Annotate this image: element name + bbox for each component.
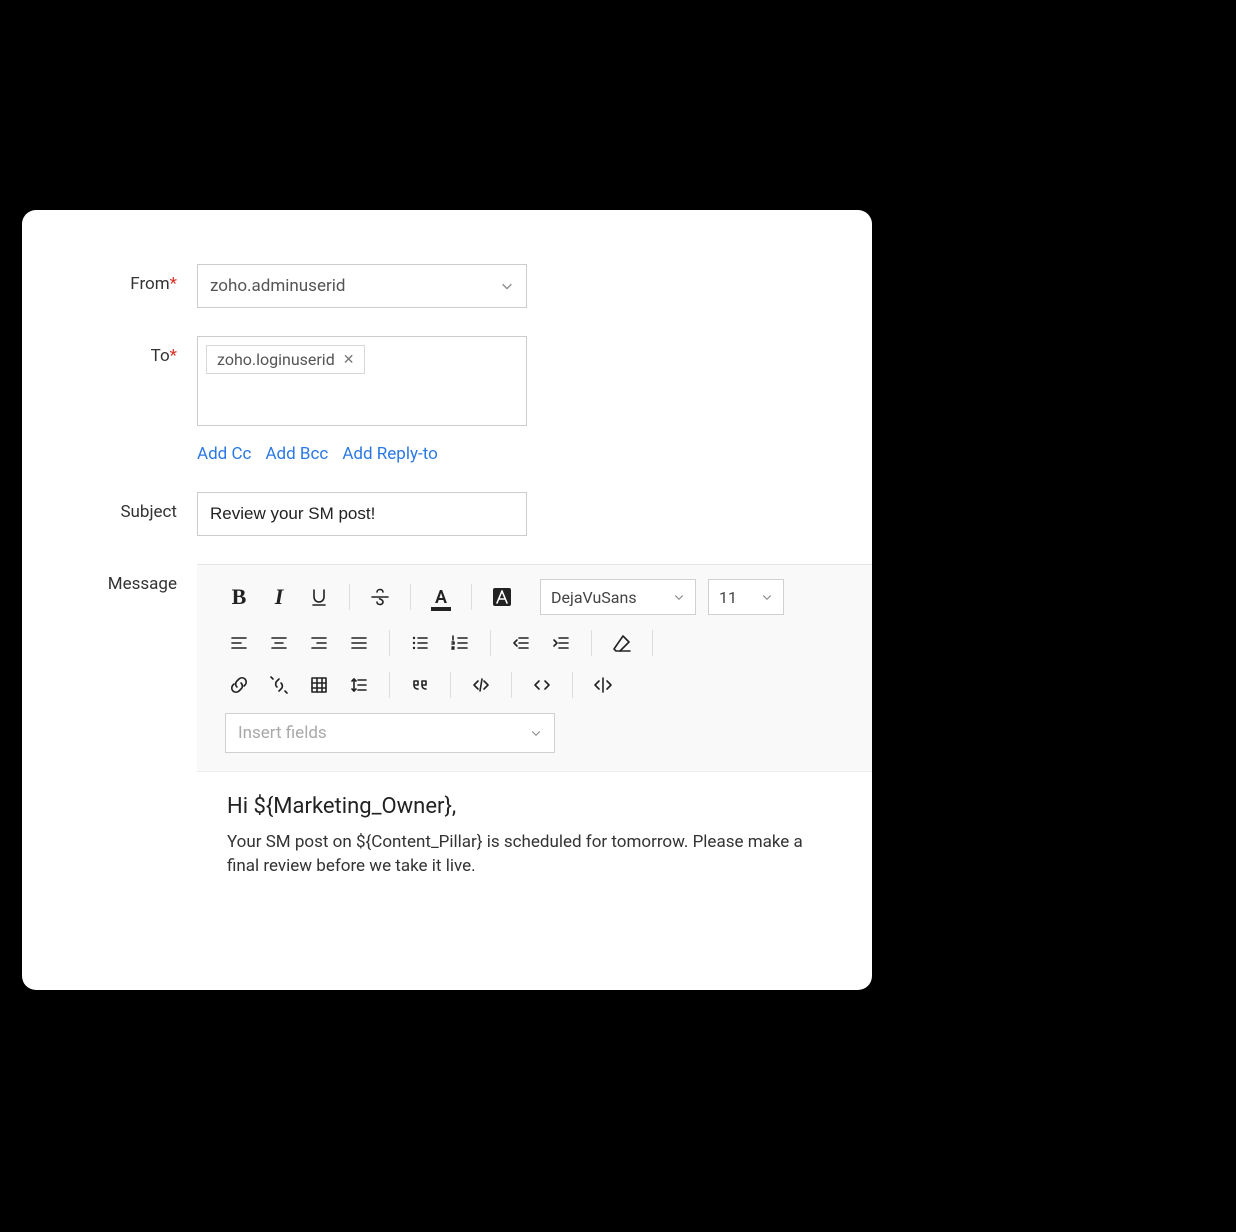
toolbar-separator bbox=[591, 630, 592, 656]
italic-icon: I bbox=[275, 584, 284, 610]
code-block-icon bbox=[471, 675, 491, 695]
message-label: Message bbox=[22, 564, 197, 594]
insert-fields-select[interactable]: Insert fields bbox=[225, 713, 555, 753]
html-source-button[interactable] bbox=[589, 671, 617, 699]
body-greeting: Hi ${Marketing_Owner}, bbox=[227, 794, 842, 819]
align-center-button[interactable] bbox=[265, 629, 293, 657]
to-input[interactable]: zoho.loginuserid ✕ bbox=[197, 336, 527, 426]
align-justify-icon bbox=[349, 633, 369, 653]
required-asterisk: * bbox=[170, 346, 177, 366]
toolbar-separator bbox=[572, 672, 573, 698]
outdent-button[interactable] bbox=[507, 629, 535, 657]
html-icon bbox=[593, 675, 613, 695]
required-asterisk: * bbox=[170, 274, 177, 294]
toolbar-separator bbox=[511, 672, 512, 698]
toolbar-separator bbox=[450, 672, 451, 698]
toolbar-separator bbox=[389, 672, 390, 698]
body-paragraph: Your SM post on ${Content_Pillar} is sch… bbox=[227, 831, 827, 879]
add-bcc-link[interactable]: Add Bcc bbox=[265, 444, 328, 464]
numbered-list-icon bbox=[450, 633, 470, 653]
font-family-value: DejaVuSans bbox=[551, 588, 637, 607]
subject-input[interactable] bbox=[197, 492, 527, 536]
from-label: From bbox=[130, 274, 169, 294]
font-size-value: 11 bbox=[719, 588, 737, 607]
font-size-select[interactable]: 11 bbox=[708, 579, 784, 615]
insert-fields-placeholder: Insert fields bbox=[238, 723, 327, 743]
align-left-icon bbox=[229, 633, 249, 653]
align-justify-button[interactable] bbox=[345, 629, 373, 657]
toolbar-separator bbox=[652, 630, 653, 656]
message-row: Message B I bbox=[22, 564, 872, 901]
toolbar-separator bbox=[490, 630, 491, 656]
rich-text-editor: B I A bbox=[197, 564, 872, 901]
address-extra-links: Add Cc Add Bcc Add Reply-to bbox=[197, 444, 842, 464]
from-select[interactable]: zoho.adminuserid bbox=[197, 264, 527, 308]
font-color-button[interactable]: A bbox=[427, 583, 455, 611]
font-color-icon: A bbox=[435, 587, 447, 608]
insert-link-button[interactable] bbox=[225, 671, 253, 699]
toolbar-separator bbox=[389, 630, 390, 656]
from-row: From* zoho.adminuserid bbox=[22, 264, 872, 308]
from-label-wrap: From* bbox=[22, 264, 197, 294]
subject-label: Subject bbox=[22, 492, 197, 522]
align-right-button[interactable] bbox=[305, 629, 333, 657]
highlight-button[interactable] bbox=[488, 583, 516, 611]
chevron-down-icon bbox=[530, 727, 542, 739]
toolbar-separator bbox=[349, 584, 350, 610]
recipient-chip: zoho.loginuserid ✕ bbox=[206, 345, 365, 374]
eraser-icon bbox=[612, 633, 632, 653]
highlight-icon bbox=[492, 587, 512, 607]
outdent-icon bbox=[511, 633, 531, 653]
bullet-list-icon bbox=[410, 633, 430, 653]
chevron-down-icon bbox=[673, 591, 685, 603]
quote-icon bbox=[410, 675, 430, 695]
remove-link-button[interactable] bbox=[265, 671, 293, 699]
embed-button[interactable] bbox=[528, 671, 556, 699]
insert-table-button[interactable] bbox=[305, 671, 333, 699]
unlink-icon bbox=[269, 675, 289, 695]
add-replyto-link[interactable]: Add Reply-to bbox=[342, 444, 437, 464]
link-icon bbox=[229, 675, 249, 695]
underline-icon bbox=[309, 587, 329, 607]
table-icon bbox=[309, 675, 329, 695]
align-left-button[interactable] bbox=[225, 629, 253, 657]
toolbar-separator bbox=[471, 584, 472, 610]
blockquote-button[interactable] bbox=[406, 671, 434, 699]
bold-icon: B bbox=[232, 584, 247, 610]
to-label-wrap: To* bbox=[22, 336, 197, 366]
chevron-down-icon bbox=[500, 279, 514, 293]
embed-icon bbox=[532, 675, 552, 695]
message-body[interactable]: Hi ${Marketing_Owner}, Your SM post on $… bbox=[197, 772, 872, 901]
clear-format-button[interactable] bbox=[608, 629, 636, 657]
add-cc-link[interactable]: Add Cc bbox=[197, 444, 251, 464]
remove-chip-icon[interactable]: ✕ bbox=[343, 352, 355, 368]
editor-toolbar: B I A bbox=[197, 565, 872, 772]
italic-button[interactable]: I bbox=[265, 583, 293, 611]
bold-button[interactable]: B bbox=[225, 583, 253, 611]
from-value: zoho.adminuserid bbox=[210, 276, 345, 296]
subject-row: Subject bbox=[22, 492, 872, 536]
indent-icon bbox=[551, 633, 571, 653]
strike-button[interactable] bbox=[366, 583, 394, 611]
indent-button[interactable] bbox=[547, 629, 575, 657]
line-height-icon bbox=[349, 675, 369, 695]
recipient-chip-label: zoho.loginuserid bbox=[217, 350, 335, 369]
to-label: To bbox=[151, 346, 170, 366]
numbered-list-button[interactable] bbox=[446, 629, 474, 657]
chevron-down-icon bbox=[761, 591, 773, 603]
email-compose-panel: From* zoho.adminuserid To* zoho.loginuse… bbox=[22, 210, 872, 990]
underline-button[interactable] bbox=[305, 583, 333, 611]
strike-icon bbox=[370, 587, 390, 607]
to-row: To* zoho.loginuserid ✕ Add Cc Add Bcc Ad… bbox=[22, 336, 872, 464]
toolbar-separator bbox=[410, 584, 411, 610]
code-block-button[interactable] bbox=[467, 671, 495, 699]
line-height-button[interactable] bbox=[345, 671, 373, 699]
font-family-select[interactable]: DejaVuSans bbox=[540, 579, 696, 615]
align-center-icon bbox=[269, 633, 289, 653]
align-right-icon bbox=[309, 633, 329, 653]
bullet-list-button[interactable] bbox=[406, 629, 434, 657]
